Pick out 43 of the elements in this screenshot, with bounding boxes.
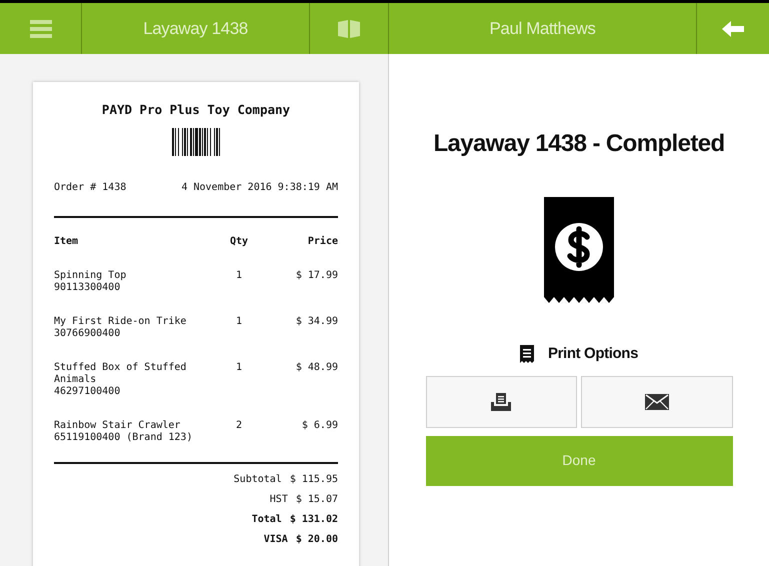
menu-icon — [30, 20, 52, 38]
envelope-icon — [644, 394, 669, 410]
completed-title: Layaway 1438 - Completed — [433, 129, 725, 159]
item-code: 65119100400 (Brand 123) — [54, 432, 194, 444]
item-name: My First Ride-on Trike — [54, 316, 188, 328]
print-options-label: Print Options — [548, 344, 638, 364]
item-name: Spinning Top — [54, 270, 128, 282]
item-price: $ 6.99 — [300, 420, 338, 432]
done-button[interactable]: Done — [426, 436, 732, 486]
item-price: $ 17.99 — [294, 270, 338, 282]
barcode-icon — [172, 128, 220, 156]
total-value: $ 15.07 — [296, 494, 338, 506]
item-code: 30766900400 — [54, 328, 122, 340]
printer-icon — [491, 392, 512, 410]
total-label: Total — [252, 514, 282, 526]
column-header: Price — [306, 236, 338, 248]
total-value: $ 20.00 — [296, 534, 338, 546]
item-qty: 1 — [234, 316, 244, 328]
total-label: HST — [270, 494, 288, 506]
order-date: 4 November 2016 9:38:19 AM — [181, 182, 338, 194]
item-price: $ 48.99 — [294, 362, 338, 374]
total-value: $ 115.95 — [290, 474, 338, 486]
column-header: Item — [54, 236, 80, 248]
item-name: Stuffed Box of Stuffed Animals — [54, 362, 188, 386]
print-button[interactable] — [426, 376, 577, 428]
item-name: Rainbow Stair Crawler — [54, 420, 182, 432]
column-header: Qty — [228, 236, 250, 248]
total-label: VISA — [264, 534, 288, 546]
item-code: 46297100400 — [54, 386, 122, 398]
receipt-icon — [520, 345, 534, 364]
item-price: $ 34.99 — [294, 316, 338, 328]
item-qty: 2 — [234, 420, 244, 432]
total-label: Subtotal — [234, 474, 282, 486]
order-number: Order # 1438 — [54, 182, 126, 194]
customer-name: Paul Matthews — [389, 3, 697, 54]
email-button[interactable] — [581, 376, 732, 428]
item-code: 90113300400 — [54, 282, 122, 294]
item-qty: 1 — [234, 270, 244, 282]
book-icon — [338, 20, 360, 38]
total-value: $ 131.02 — [290, 514, 338, 526]
back-arrow-icon — [722, 20, 744, 36]
company-name: PAYD Pro Plus Toy Company — [100, 104, 292, 116]
item-qty: 1 — [234, 362, 244, 374]
